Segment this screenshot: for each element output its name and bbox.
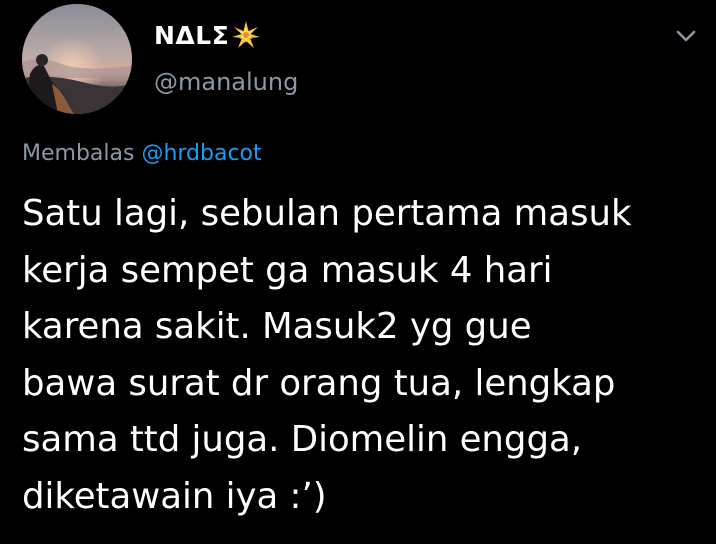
reply-context: Membalas @hrdbacot <box>22 141 262 166</box>
reply-prefix: Membalas <box>22 141 135 166</box>
tweet-text: Satu lagi, sebulan pertama masuk kerja s… <box>22 186 702 525</box>
tweet-text-line: bawa surat dr orang tua, lengkap <box>22 362 616 404</box>
tweet-text-line: sama ttd juga. Diomelin engga, <box>22 419 583 460</box>
sparkle-star-icon <box>230 19 262 51</box>
author-handle[interactable]: @manalung <box>154 68 298 96</box>
tweet-card: NΔLΣ @manalung Membalas @hrdbacot Satu l… <box>0 0 716 544</box>
tweet-text-line: karena sakit. Masuk2 yg gue <box>22 306 532 347</box>
tweet-text-line: diketawain iya :’) <box>22 475 327 517</box>
tweet-text-line: Satu lagi, sebulan pertama masuk <box>22 193 632 234</box>
display-name[interactable]: NΔLΣ <box>154 21 229 50</box>
avatar-photo <box>22 4 132 114</box>
chevron-down-icon[interactable] <box>672 22 700 50</box>
reply-to-handle-link[interactable]: @hrdbacot <box>141 141 261 166</box>
tweet-text-line: kerja sempet ga masuk 4 hari <box>22 249 553 291</box>
avatar[interactable] <box>22 4 132 114</box>
display-name-row[interactable]: NΔLΣ <box>154 18 262 52</box>
